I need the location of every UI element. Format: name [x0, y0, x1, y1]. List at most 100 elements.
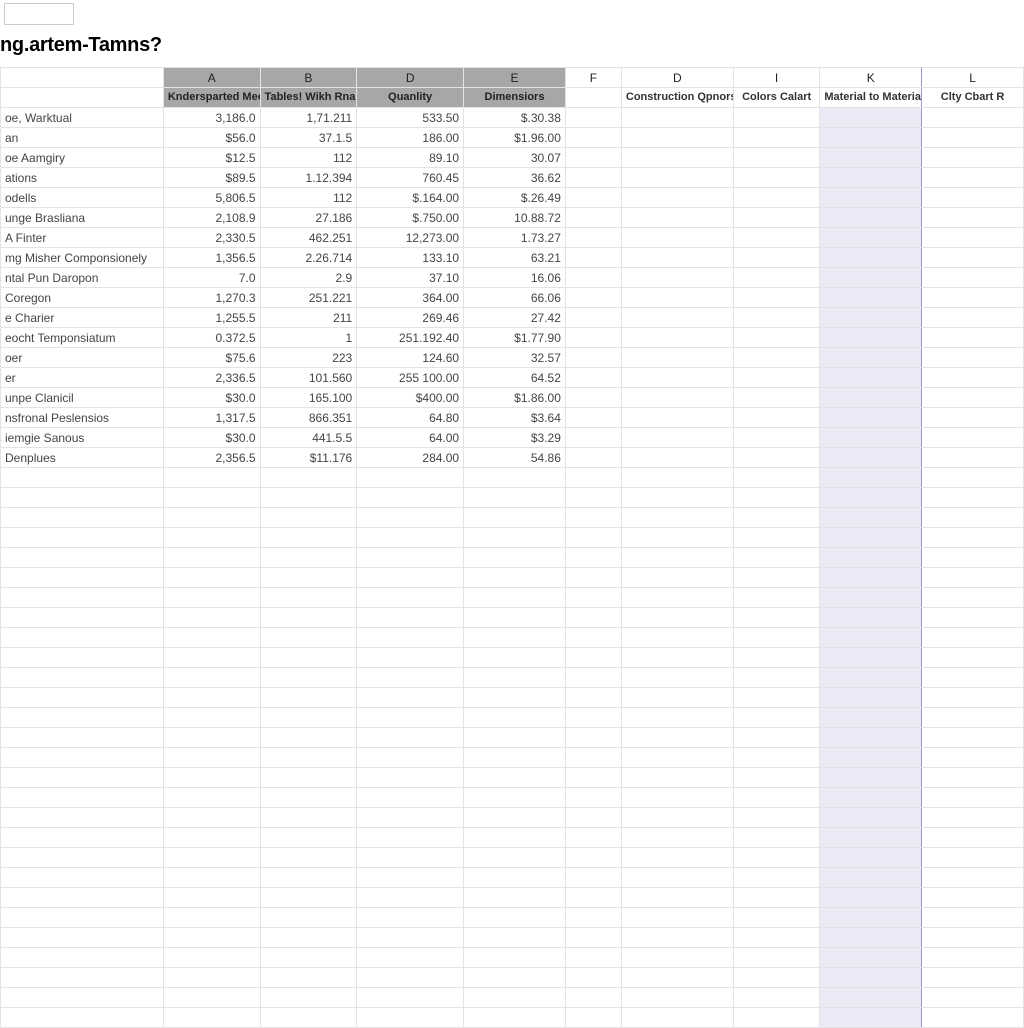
data-cell[interactable]	[733, 328, 820, 348]
empty-cell[interactable]	[260, 808, 357, 828]
empty-cell[interactable]	[621, 548, 733, 568]
data-cell[interactable]: 211	[260, 308, 357, 328]
empty-cell[interactable]	[464, 788, 566, 808]
row-label-cell[interactable]: e Charier	[1, 308, 164, 328]
column-header[interactable]: Kndersparted Meovannered Onale	[163, 88, 260, 108]
empty-cell[interactable]	[464, 728, 566, 748]
empty-cell[interactable]	[163, 568, 260, 588]
data-cell[interactable]: 1,270.3	[163, 288, 260, 308]
empty-cell[interactable]	[820, 988, 922, 1008]
empty-cell[interactable]	[1, 948, 164, 968]
empty-cell[interactable]	[260, 988, 357, 1008]
empty-cell[interactable]	[621, 768, 733, 788]
data-cell[interactable]	[621, 128, 733, 148]
empty-cell[interactable]	[163, 668, 260, 688]
data-cell[interactable]	[565, 228, 621, 248]
row-label-cell[interactable]: unpe Clanicil	[1, 388, 164, 408]
empty-cell[interactable]	[357, 668, 464, 688]
data-cell[interactable]: 112	[260, 148, 357, 168]
data-cell[interactable]: 364.00	[357, 288, 464, 308]
empty-cell[interactable]	[260, 828, 357, 848]
empty-cell[interactable]	[621, 708, 733, 728]
data-cell[interactable]	[820, 108, 922, 128]
column-letter[interactable]: F	[565, 68, 621, 88]
column-letter[interactable]: E	[464, 68, 566, 88]
empty-cell[interactable]	[820, 708, 922, 728]
empty-cell[interactable]	[621, 908, 733, 928]
empty-cell[interactable]	[922, 628, 1024, 648]
data-cell[interactable]: 101.560	[260, 368, 357, 388]
empty-cell[interactable]	[163, 468, 260, 488]
data-cell[interactable]	[621, 208, 733, 228]
empty-cell[interactable]	[565, 688, 621, 708]
empty-cell[interactable]	[1, 828, 164, 848]
data-cell[interactable]: 186.00	[357, 128, 464, 148]
empty-cell[interactable]	[621, 688, 733, 708]
empty-cell[interactable]	[820, 848, 922, 868]
data-cell[interactable]	[922, 368, 1024, 388]
column-header[interactable]: Construction Qpnors	[621, 88, 733, 108]
data-cell[interactable]: 2,330.5	[163, 228, 260, 248]
empty-cell[interactable]	[565, 788, 621, 808]
empty-cell[interactable]	[1, 528, 164, 548]
empty-cell[interactable]	[733, 808, 820, 828]
data-cell[interactable]	[922, 388, 1024, 408]
empty-cell[interactable]	[260, 888, 357, 908]
data-cell[interactable]	[733, 288, 820, 308]
data-cell[interactable]	[922, 128, 1024, 148]
empty-cell[interactable]	[464, 928, 566, 948]
empty-cell[interactable]	[820, 548, 922, 568]
data-cell[interactable]: 10.88.72	[464, 208, 566, 228]
data-cell[interactable]: $56.0	[163, 128, 260, 148]
empty-cell[interactable]	[357, 948, 464, 968]
empty-cell[interactable]	[260, 768, 357, 788]
empty-cell[interactable]	[621, 988, 733, 1008]
data-cell[interactable]	[621, 268, 733, 288]
empty-cell[interactable]	[357, 628, 464, 648]
empty-cell[interactable]	[922, 708, 1024, 728]
empty-cell[interactable]	[820, 508, 922, 528]
empty-cell[interactable]	[1, 728, 164, 748]
empty-cell[interactable]	[260, 468, 357, 488]
data-cell[interactable]: 3,186.0	[163, 108, 260, 128]
data-cell[interactable]: 27.42	[464, 308, 566, 328]
data-cell[interactable]: $.26.49	[464, 188, 566, 208]
data-cell[interactable]	[621, 348, 733, 368]
empty-cell[interactable]	[820, 628, 922, 648]
data-cell[interactable]	[820, 248, 922, 268]
column-letter[interactable]: D	[621, 68, 733, 88]
empty-cell[interactable]	[565, 988, 621, 1008]
data-cell[interactable]	[565, 248, 621, 268]
empty-cell[interactable]	[565, 588, 621, 608]
data-cell[interactable]: 1,317.5	[163, 408, 260, 428]
data-cell[interactable]: 1,356.5	[163, 248, 260, 268]
empty-cell[interactable]	[357, 968, 464, 988]
data-cell[interactable]: $30.0	[163, 388, 260, 408]
data-cell[interactable]: 1	[260, 328, 357, 348]
data-cell[interactable]	[621, 288, 733, 308]
empty-cell[interactable]	[621, 788, 733, 808]
empty-cell[interactable]	[922, 988, 1024, 1008]
data-cell[interactable]	[922, 448, 1024, 468]
empty-cell[interactable]	[260, 628, 357, 648]
data-cell[interactable]: 255 100.00	[357, 368, 464, 388]
data-cell[interactable]	[922, 248, 1024, 268]
data-cell[interactable]	[621, 368, 733, 388]
empty-cell[interactable]	[260, 1008, 357, 1028]
column-header[interactable]	[1, 88, 164, 108]
empty-cell[interactable]	[357, 908, 464, 928]
empty-cell[interactable]	[357, 708, 464, 728]
data-cell[interactable]: 63.21	[464, 248, 566, 268]
data-cell[interactable]: 866.351	[260, 408, 357, 428]
data-cell[interactable]: 30.07	[464, 148, 566, 168]
data-cell[interactable]	[565, 128, 621, 148]
data-cell[interactable]	[820, 168, 922, 188]
empty-cell[interactable]	[820, 908, 922, 928]
empty-cell[interactable]	[163, 768, 260, 788]
empty-cell[interactable]	[260, 648, 357, 668]
data-cell[interactable]	[820, 288, 922, 308]
empty-cell[interactable]	[357, 888, 464, 908]
empty-cell[interactable]	[1, 668, 164, 688]
empty-cell[interactable]	[922, 828, 1024, 848]
empty-cell[interactable]	[922, 488, 1024, 508]
